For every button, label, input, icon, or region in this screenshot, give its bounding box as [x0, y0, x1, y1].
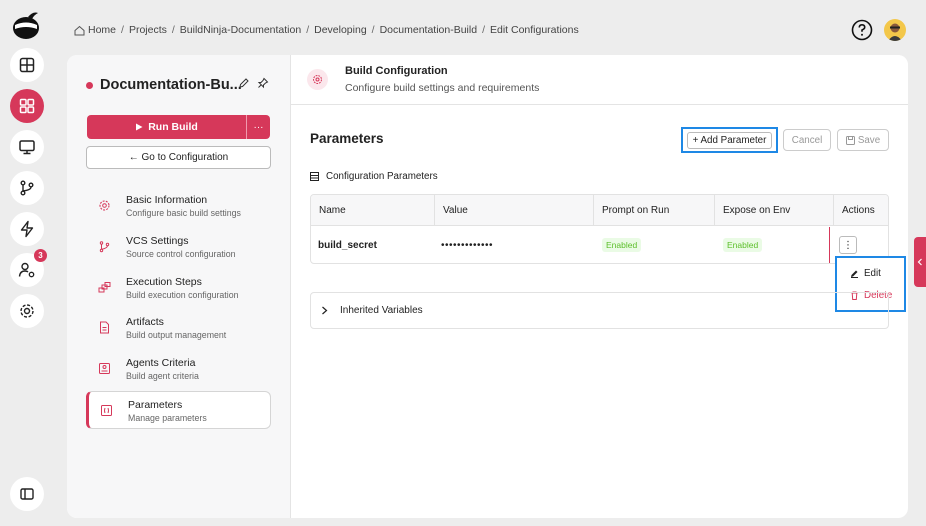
column-header-value: Value [434, 195, 593, 226]
nav-artifacts[interactable]: Artifacts Build output management [86, 309, 271, 347]
pin-icon[interactable] [257, 77, 269, 89]
run-more-button[interactable]: ··· [246, 115, 270, 139]
git-branch-icon [99, 241, 110, 253]
expose-enabled-badge: Enabled [723, 238, 763, 252]
content-subtitle: Configure build settings and requirement… [345, 82, 540, 94]
nav-vcs-settings[interactable]: VCS Settings Source control configuratio… [86, 228, 271, 266]
expose-on-env-cell: Enabled [716, 226, 833, 263]
rail-user-settings-icon[interactable]: 3 [10, 249, 47, 287]
add-parameter-button-inner[interactable]: + Add Parameter [686, 131, 773, 149]
main-card: Documentation-Bu... Run Build ··· ← Go t… [67, 55, 908, 518]
build-name: Documentation-Bu... [86, 77, 242, 93]
prompt-on-run-cell: Enabled [595, 226, 714, 263]
nav-parameters[interactable]: Parameters Manage parameters [86, 391, 271, 429]
table-header: Name Value Prompt on Run Expose on Env A… [311, 195, 888, 226]
rail-git-icon[interactable] [10, 171, 44, 205]
edit-icon [851, 270, 858, 278]
build-configuration-gear-icon [307, 69, 328, 90]
breadcrumb: Home / Projects / BuildNinja-Documentation… [74, 22, 579, 38]
save-icon [845, 135, 855, 145]
add-parameter-button[interactable]: + Add Parameter [681, 127, 778, 153]
edit-pencil-icon[interactable] [238, 77, 250, 89]
param-value-masked: ••••••••••••• [441, 239, 494, 251]
menu-item-edit[interactable]: Edit [850, 268, 881, 279]
nav-basic-information[interactable]: Basic Information Configure basic build … [86, 187, 271, 225]
rail-lightning-icon[interactable] [10, 212, 44, 246]
build-name-text: Documentation-Bu... [100, 77, 242, 93]
list-icon [310, 172, 319, 181]
param-name: build_secret [318, 239, 377, 251]
run-build-button[interactable]: Run Build [87, 115, 246, 139]
breadcrumb-home[interactable]: Home [88, 24, 116, 36]
rail-settings-gear-icon[interactable] [10, 294, 44, 328]
plus-icon: + [692, 134, 701, 146]
parameters-title: Parameters [310, 131, 384, 146]
help-icon[interactable] [851, 19, 873, 41]
config-sidebar: Documentation-Bu... Run Build ··· ← Go t… [67, 55, 291, 518]
row-focus-indicator [829, 227, 830, 263]
rail-dashboard-icon[interactable] [10, 48, 44, 82]
column-header-name: Name [319, 205, 346, 216]
chevron-left-icon [917, 258, 922, 266]
nav-agents-criteria[interactable]: Agents Criteria Build agent criteria [86, 350, 271, 388]
run-build-group: Run Build ··· [87, 115, 270, 139]
home-icon[interactable] [74, 25, 85, 36]
buildninja-logo-icon[interactable] [11, 10, 41, 40]
column-header-actions: Actions [833, 195, 888, 226]
gear-icon [99, 200, 110, 211]
configuration-parameters-label: Configuration Parameters [310, 171, 438, 182]
column-header-expose: Expose on Env [714, 195, 833, 226]
user-avatar[interactable] [884, 19, 906, 41]
chevron-right-icon [322, 306, 328, 315]
go-to-configuration-button[interactable]: ← Go to Configuration [86, 146, 271, 169]
status-dot [86, 81, 93, 89]
rail-projects-icon[interactable] [10, 89, 44, 123]
rail-monitor-icon[interactable] [10, 130, 44, 164]
row-actions-kebab-icon[interactable]: ⋮ [839, 236, 857, 254]
breadcrumb-build[interactable]: Documentation-Build [380, 24, 477, 36]
breadcrumb-projects[interactable]: Projects [129, 24, 167, 36]
steps-icon [98, 282, 111, 293]
rail-sidebar-toggle-icon[interactable] [10, 477, 44, 511]
play-icon [136, 123, 143, 131]
content-header: Build Configuration Configure build sett… [291, 55, 908, 105]
parameters-table: Name Value Prompt on Run Expose on Env A… [310, 194, 889, 264]
collapse-panel-tab[interactable] [914, 237, 926, 287]
file-icon [100, 321, 109, 334]
column-header-prompt: Prompt on Run [593, 195, 714, 226]
cancel-button[interactable]: Cancel [783, 129, 831, 151]
breadcrumb-current: Edit Configurations [489, 24, 579, 36]
inherited-variables-toggle[interactable]: Inherited Variables [310, 292, 889, 329]
agent-icon [99, 363, 110, 374]
breadcrumb-developing[interactable]: Developing [314, 24, 367, 36]
notification-badge: 3 [34, 249, 47, 262]
nav-rail: 3 [0, 0, 54, 526]
breadcrumb-project[interactable]: BuildNinja-Documentation [180, 24, 301, 36]
parameters-icon [101, 405, 112, 416]
content-title: Build Configuration [345, 65, 448, 77]
save-button[interactable]: Save [837, 129, 889, 151]
prompt-enabled-badge: Enabled [602, 238, 642, 252]
nav-execution-steps[interactable]: Execution Steps Build execution configur… [86, 269, 271, 307]
